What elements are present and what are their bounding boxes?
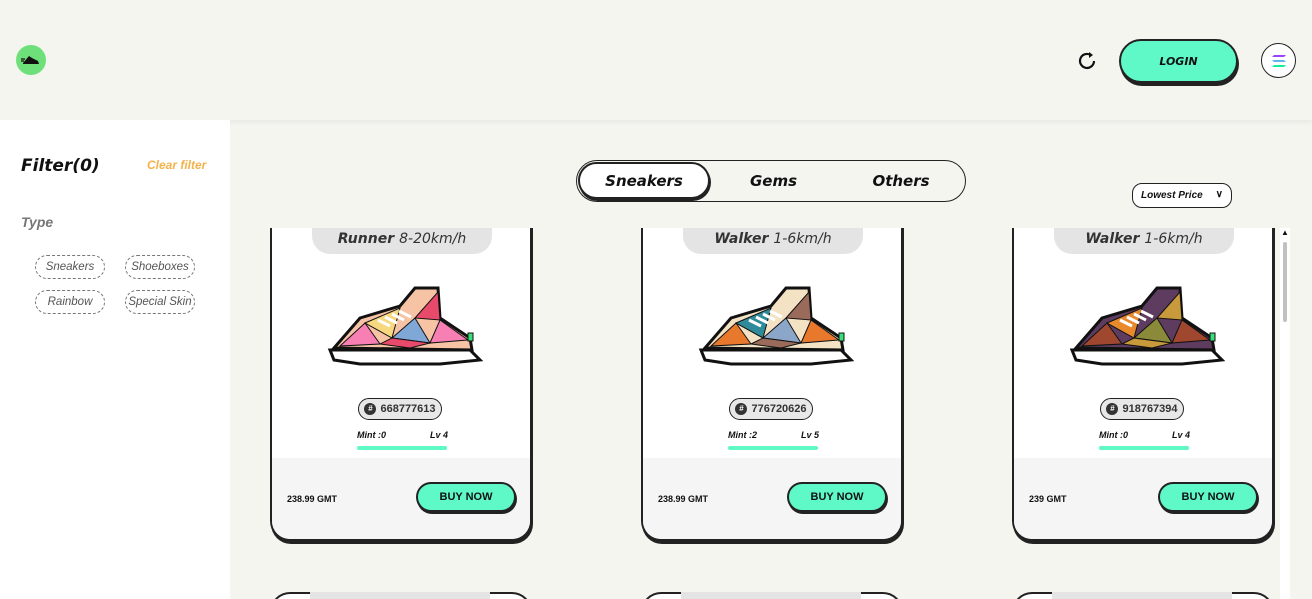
speed-range: 8-20km/h bbox=[399, 231, 467, 247]
sneaker-id: 668777613 bbox=[380, 403, 436, 415]
sneaker-image bbox=[698, 286, 855, 366]
mint-count: Mint :2 bbox=[728, 430, 757, 440]
buy-now-button[interactable]: BUY NOW bbox=[787, 482, 887, 512]
speed-range: 1-6km/h bbox=[1144, 231, 1203, 247]
type-section-label: Type bbox=[21, 214, 54, 230]
filter-title: Filter(0) bbox=[21, 156, 100, 176]
tab-others[interactable]: Others bbox=[837, 161, 965, 200]
price: 238.99 GMT bbox=[658, 494, 709, 504]
chip-sneakers[interactable]: Sneakers bbox=[35, 255, 105, 279]
app-logo[interactable] bbox=[16, 45, 46, 75]
category-tabs: Sneakers Gems Others bbox=[576, 160, 966, 202]
buy-now-button[interactable]: BUY NOW bbox=[1158, 482, 1258, 512]
chip-special-skin[interactable]: Special Skin bbox=[125, 290, 195, 314]
refresh-icon[interactable] bbox=[1074, 48, 1100, 74]
sneaker-id: 918767394 bbox=[1122, 403, 1178, 415]
tab-gems[interactable]: Gems bbox=[711, 161, 836, 200]
durability-bar bbox=[728, 446, 818, 450]
sneaker-type: Runner bbox=[337, 231, 395, 247]
sneaker-id-badge: #776720626 bbox=[729, 398, 813, 420]
speed-tag: Walker 1-6km/h bbox=[683, 228, 863, 254]
filter-sidebar: Filter(0) Clear filter Type Sneakers Sho… bbox=[0, 120, 230, 599]
solana-chain-icon[interactable] bbox=[1261, 43, 1296, 78]
id-coin-icon: # bbox=[1106, 403, 1119, 415]
sneaker-id-badge: #668777613 bbox=[358, 398, 442, 420]
grid-scrollbar[interactable]: ▲ bbox=[1280, 228, 1290, 599]
product-card[interactable]: Runner 8-20km/h #668777613 Mint :0 Lv 4 … bbox=[270, 228, 532, 541]
sort-dropdown[interactable]: Lowest Price ∨ bbox=[1132, 183, 1232, 208]
sneaker-image bbox=[327, 286, 484, 366]
sneaker-type: Walker bbox=[714, 231, 769, 247]
product-grid: Runner 8-20km/h #668777613 Mint :0 Lv 4 … bbox=[230, 228, 1280, 599]
chevron-down-icon: ∨ bbox=[1215, 189, 1223, 200]
login-button[interactable]: LOGIN bbox=[1119, 39, 1238, 83]
durability-bar bbox=[357, 446, 447, 450]
speed-tag: Runner 8-20km/h bbox=[312, 228, 492, 254]
price: 238.99 GMT bbox=[287, 494, 338, 504]
speed-tag bbox=[310, 592, 490, 599]
speed-tag bbox=[681, 592, 861, 599]
level: Lv 4 bbox=[1172, 430, 1191, 440]
chip-shoeboxes[interactable]: Shoeboxes bbox=[125, 255, 195, 279]
speed-tag: Walker 1-6km/h bbox=[1054, 228, 1234, 254]
sneaker-type: Walker bbox=[1085, 231, 1140, 247]
speed-range: 1-6km/h bbox=[773, 231, 832, 247]
id-coin-icon: # bbox=[364, 403, 377, 415]
speed-tag bbox=[1052, 592, 1232, 599]
sneaker-id: 776720626 bbox=[751, 403, 807, 415]
price: 239 GMT bbox=[1029, 494, 1067, 504]
top-header: LOGIN bbox=[0, 0, 1312, 120]
product-card-next-row[interactable] bbox=[270, 592, 532, 599]
id-coin-icon: # bbox=[735, 403, 748, 415]
sneaker-image bbox=[1069, 286, 1226, 366]
product-card-next-row[interactable] bbox=[641, 592, 903, 599]
scroll-thumb[interactable] bbox=[1283, 242, 1287, 322]
clear-filter-link[interactable]: Clear filter bbox=[147, 158, 206, 172]
sneaker-id-badge: #918767394 bbox=[1100, 398, 1184, 420]
level: Lv 5 bbox=[801, 430, 820, 440]
mint-count: Mint :0 bbox=[1099, 430, 1128, 440]
buy-now-button[interactable]: BUY NOW bbox=[416, 482, 516, 512]
sort-selected-label: Lowest Price bbox=[1141, 190, 1203, 201]
tab-sneakers[interactable]: Sneakers bbox=[578, 162, 710, 199]
sneaker-logo-icon bbox=[21, 56, 39, 64]
level: Lv 4 bbox=[430, 430, 449, 440]
durability-bar bbox=[1099, 446, 1189, 450]
product-card[interactable]: Walker 1-6km/h #776720626 Mint :2 Lv 5 2… bbox=[641, 228, 903, 541]
chip-rainbow[interactable]: Rainbow bbox=[35, 290, 105, 314]
product-card[interactable]: Walker 1-6km/h #918767394 Mint :0 Lv 4 2… bbox=[1012, 228, 1274, 541]
scroll-up-icon[interactable]: ▲ bbox=[1281, 228, 1289, 237]
product-card-next-row[interactable] bbox=[1012, 592, 1274, 599]
mint-count: Mint :0 bbox=[357, 430, 386, 440]
